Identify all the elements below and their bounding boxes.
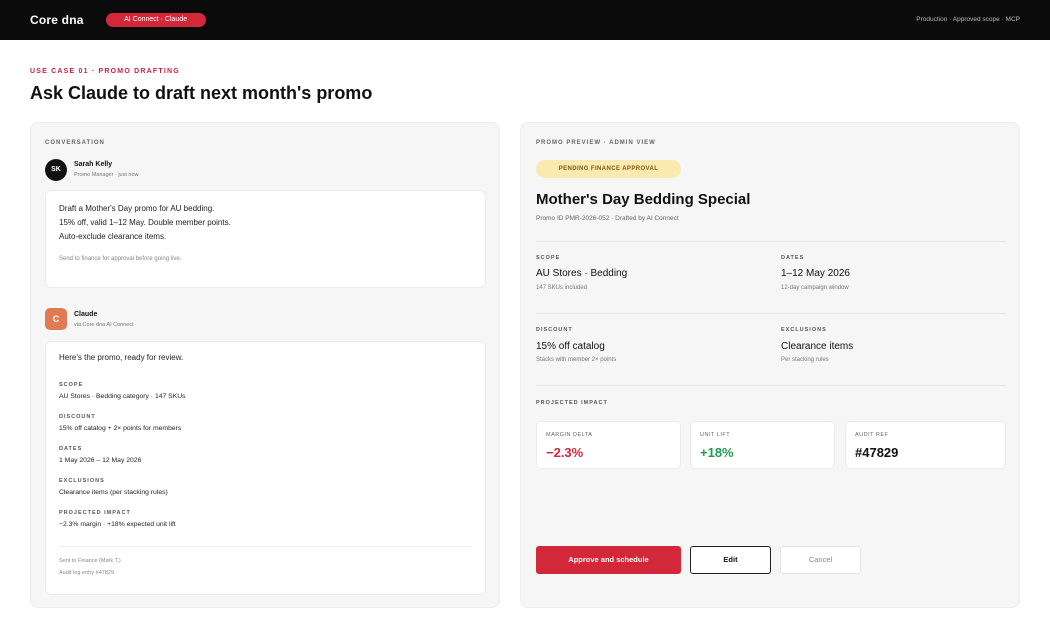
cancel-button[interactable]: Cancel bbox=[780, 546, 861, 574]
field-value-impact: −2.3% margin · +18% expected unit lift bbox=[59, 521, 176, 528]
user-message-line: Auto-exclude clearance items. bbox=[59, 232, 167, 241]
divider bbox=[536, 313, 1006, 314]
dates-key: DATES bbox=[781, 255, 805, 261]
divider bbox=[536, 385, 1006, 386]
divider bbox=[536, 241, 1006, 242]
audit-ref-value: #47829 bbox=[855, 445, 899, 460]
use-case-eyebrow: USE CASE 01 · PROMO DRAFTING bbox=[30, 68, 180, 75]
conversation-panel: CONVERSATION SK Sarah Kelly Promo Manage… bbox=[30, 122, 500, 608]
dates-value: 1–12 May 2026 bbox=[781, 268, 850, 279]
discount-sub: Stacks with member 2× points bbox=[536, 357, 617, 363]
field-key-discount: DISCOUNT bbox=[59, 414, 96, 420]
user-message-line: Draft a Mother's Day promo for AU beddin… bbox=[59, 204, 215, 213]
top-bar: Core dna AI Connect · Claude Production … bbox=[0, 0, 1050, 40]
scope-key: SCOPE bbox=[536, 255, 561, 261]
field-value-dates: 1 May 2026 – 12 May 2026 bbox=[59, 457, 142, 464]
user-message-line: 15% off, valid 1–12 May. Double member p… bbox=[59, 218, 231, 227]
page-title: Ask Claude to draft next month's promo bbox=[30, 83, 373, 103]
audit-ref-card: AUDIT REF #47829 bbox=[845, 421, 1006, 469]
discount-value: 15% off catalog bbox=[536, 341, 605, 352]
unit-lift-value: +18% bbox=[700, 445, 734, 460]
field-value-scope: AU Stores · Bedding category · 147 SKUs bbox=[59, 393, 186, 400]
divider bbox=[59, 546, 472, 547]
edit-button[interactable]: Edit bbox=[690, 546, 771, 574]
scope-value: AU Stores · Bedding bbox=[536, 268, 628, 279]
field-key-impact: PROJECTED IMPACT bbox=[59, 510, 131, 516]
user-name: Sarah Kelly bbox=[74, 161, 113, 168]
exclusions-value: Clearance items bbox=[781, 341, 854, 352]
exclusions-sub: Per stacking rules bbox=[781, 357, 829, 363]
approve-and-schedule-button[interactable]: Approve and schedule bbox=[536, 546, 681, 574]
promo-preview-panel: PROMO PREVIEW · ADMIN VIEW PENDING FINAN… bbox=[520, 122, 1020, 608]
unit-lift-card: UNIT LIFT +18% bbox=[690, 421, 835, 469]
environment-status: Production · Approved scope · MCP bbox=[916, 16, 1020, 23]
exclusions-key: EXCLUSIONS bbox=[781, 327, 827, 333]
margin-delta-value: −2.3% bbox=[546, 445, 584, 460]
audit-ref-label: AUDIT REF bbox=[855, 432, 889, 438]
user-avatar: SK bbox=[45, 159, 67, 181]
claude-message-bubble: Here's the promo, ready for review. SCOP… bbox=[45, 341, 486, 595]
field-key-scope: SCOPE bbox=[59, 382, 84, 388]
field-key-exclusions: EXCLUSIONS bbox=[59, 478, 105, 484]
impact-label: PROJECTED IMPACT bbox=[536, 400, 608, 406]
user-meta: Promo Manager · just now bbox=[74, 172, 139, 178]
claude-intro: Here's the promo, ready for review. bbox=[59, 353, 184, 362]
scope-sub: 147 SKUs included bbox=[536, 285, 588, 291]
sent-to-finance-note: Sent to Finance (Mark T.) bbox=[59, 558, 121, 564]
field-value-discount: 15% off catalog + 2× points for members bbox=[59, 425, 182, 432]
audit-log-note: Audit log entry #47829 bbox=[59, 570, 115, 576]
user-message-note: Send to finance for approval before goin… bbox=[59, 256, 182, 262]
margin-delta-label: MARGIN DELTA bbox=[546, 432, 593, 438]
promo-id: Promo ID PMR-2026-052 · Drafted by AI Co… bbox=[536, 215, 679, 222]
claude-name: Claude bbox=[74, 311, 98, 318]
status-badge: PENDING FINANCE APPROVAL bbox=[536, 160, 681, 178]
unit-lift-label: UNIT LIFT bbox=[700, 432, 731, 438]
discount-key: DISCOUNT bbox=[536, 327, 573, 333]
dates-sub: 12-day campaign window bbox=[781, 285, 849, 291]
field-value-exclusions: Clearance items (per stacking rules) bbox=[59, 489, 168, 496]
claude-avatar: C bbox=[45, 308, 67, 330]
margin-delta-card: MARGIN DELTA −2.3% bbox=[536, 421, 681, 469]
preview-label: PROMO PREVIEW · ADMIN VIEW bbox=[536, 140, 656, 146]
user-message-bubble: Draft a Mother's Day promo for AU beddin… bbox=[45, 190, 486, 288]
field-key-dates: DATES bbox=[59, 446, 83, 452]
brand-logo[interactable]: Core dna bbox=[30, 13, 84, 27]
conversation-label: CONVERSATION bbox=[45, 140, 105, 146]
promo-title: Mother's Day Bedding Special bbox=[536, 191, 751, 208]
ai-connect-pill[interactable]: AI Connect · Claude bbox=[105, 13, 206, 27]
claude-meta: via Core dna AI Connect bbox=[74, 322, 134, 328]
